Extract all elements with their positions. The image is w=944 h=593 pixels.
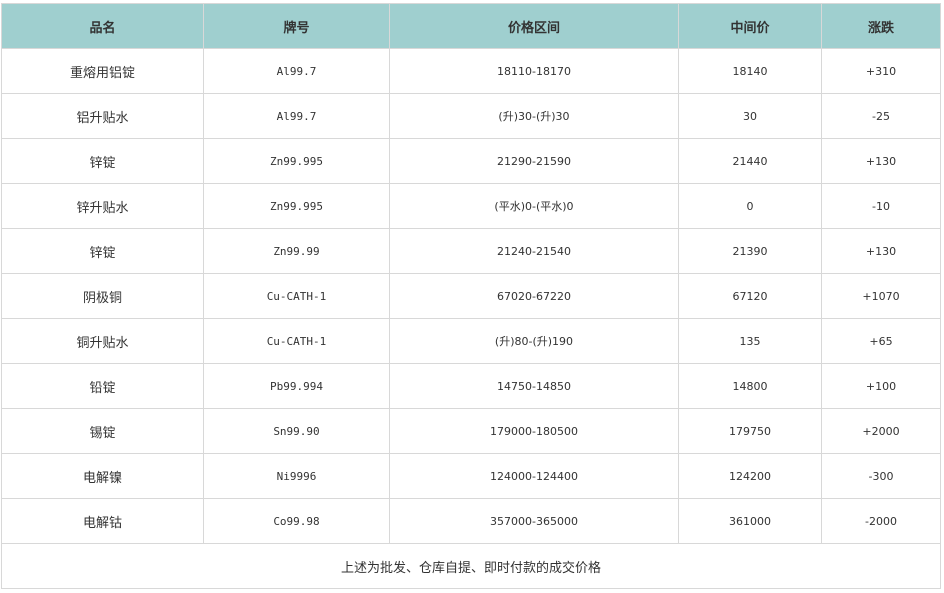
table-row: 锌升贴水 Zn99.995 (平水)0-(平水)0 0 -10: [1, 183, 941, 229]
cell-name: 铝升贴水: [1, 93, 204, 139]
cell-mid-price: 179750: [678, 408, 822, 454]
cell-price-range: (升)80-(升)190: [389, 318, 679, 364]
cell-grade: Zn99.995: [203, 138, 390, 184]
cell-grade: Ni9996: [203, 453, 390, 499]
cell-grade: Pb99.994: [203, 363, 390, 409]
footnote-row: 上述为批发、仓库自提、即时付款的成交价格: [1, 543, 941, 589]
header-change: 涨跌: [821, 3, 941, 49]
cell-mid-price: 135: [678, 318, 822, 364]
cell-price-range: 18110-18170: [389, 48, 679, 94]
cell-grade: Cu-CATH-1: [203, 318, 390, 364]
cell-mid-price: 30: [678, 93, 822, 139]
table-row: 锌锭 Zn99.99 21240-21540 21390 +130: [1, 228, 941, 274]
cell-price-range: 21240-21540: [389, 228, 679, 274]
table-row: 铝升贴水 Al99.7 (升)30-(升)30 30 -25: [1, 93, 941, 139]
cell-grade: Zn99.995: [203, 183, 390, 229]
cell-mid-price: 67120: [678, 273, 822, 319]
cell-grade: Zn99.99: [203, 228, 390, 274]
cell-change: +130: [821, 228, 941, 274]
cell-mid-price: 18140: [678, 48, 822, 94]
cell-price-range: 179000-180500: [389, 408, 679, 454]
cell-name: 重熔用铝锭: [1, 48, 204, 94]
price-table: 品名 牌号 价格区间 中间价 涨跌 重熔用铝锭 Al99.7 18110-181…: [1, 3, 941, 589]
header-price-range: 价格区间: [389, 3, 679, 49]
cell-price-range: 67020-67220: [389, 273, 679, 319]
cell-name: 铅锭: [1, 363, 204, 409]
table-row: 电解镍 Ni9996 124000-124400 124200 -300: [1, 453, 941, 499]
cell-price-range: 21290-21590: [389, 138, 679, 184]
cell-change: -300: [821, 453, 941, 499]
cell-price-range: 124000-124400: [389, 453, 679, 499]
cell-grade: Co99.98: [203, 498, 390, 544]
table-row: 铜升贴水 Cu-CATH-1 (升)80-(升)190 135 +65: [1, 318, 941, 364]
cell-mid-price: 21390: [678, 228, 822, 274]
cell-mid-price: 361000: [678, 498, 822, 544]
cell-price-range: 14750-14850: [389, 363, 679, 409]
table-row: 铅锭 Pb99.994 14750-14850 14800 +100: [1, 363, 941, 409]
cell-grade: Sn99.90: [203, 408, 390, 454]
cell-change: +65: [821, 318, 941, 364]
cell-price-range: (平水)0-(平水)0: [389, 183, 679, 229]
cell-change: +310: [821, 48, 941, 94]
cell-mid-price: 124200: [678, 453, 822, 499]
header-row: 品名 牌号 价格区间 中间价 涨跌: [1, 3, 941, 49]
table-row: 锡锭 Sn99.90 179000-180500 179750 +2000: [1, 408, 941, 454]
header-name: 品名: [1, 3, 204, 49]
cell-price-range: 357000-365000: [389, 498, 679, 544]
cell-change: +130: [821, 138, 941, 184]
cell-mid-price: 0: [678, 183, 822, 229]
cell-price-range: (升)30-(升)30: [389, 93, 679, 139]
cell-grade: Al99.7: [203, 93, 390, 139]
cell-name: 锌锭: [1, 138, 204, 184]
cell-name: 锌升贴水: [1, 183, 204, 229]
table-row: 阴极铜 Cu-CATH-1 67020-67220 67120 +1070: [1, 273, 941, 319]
cell-name: 阴极铜: [1, 273, 204, 319]
cell-mid-price: 21440: [678, 138, 822, 184]
cell-change: -10: [821, 183, 941, 229]
cell-change: -25: [821, 93, 941, 139]
header-mid-price: 中间价: [678, 3, 822, 49]
cell-mid-price: 14800: [678, 363, 822, 409]
cell-grade: Cu-CATH-1: [203, 273, 390, 319]
cell-change: -2000: [821, 498, 941, 544]
cell-name: 铜升贴水: [1, 318, 204, 364]
cell-name: 电解钴: [1, 498, 204, 544]
cell-name: 锌锭: [1, 228, 204, 274]
cell-name: 电解镍: [1, 453, 204, 499]
cell-change: +100: [821, 363, 941, 409]
cell-grade: Al99.7: [203, 48, 390, 94]
table-row: 电解钴 Co99.98 357000-365000 361000 -2000: [1, 498, 941, 544]
cell-change: +2000: [821, 408, 941, 454]
table-row: 锌锭 Zn99.995 21290-21590 21440 +130: [1, 138, 941, 184]
table-footnote: 上述为批发、仓库自提、即时付款的成交价格: [1, 543, 941, 589]
cell-change: +1070: [821, 273, 941, 319]
cell-name: 锡锭: [1, 408, 204, 454]
table-row: 重熔用铝锭 Al99.7 18110-18170 18140 +310: [1, 48, 941, 94]
header-grade: 牌号: [203, 3, 390, 49]
